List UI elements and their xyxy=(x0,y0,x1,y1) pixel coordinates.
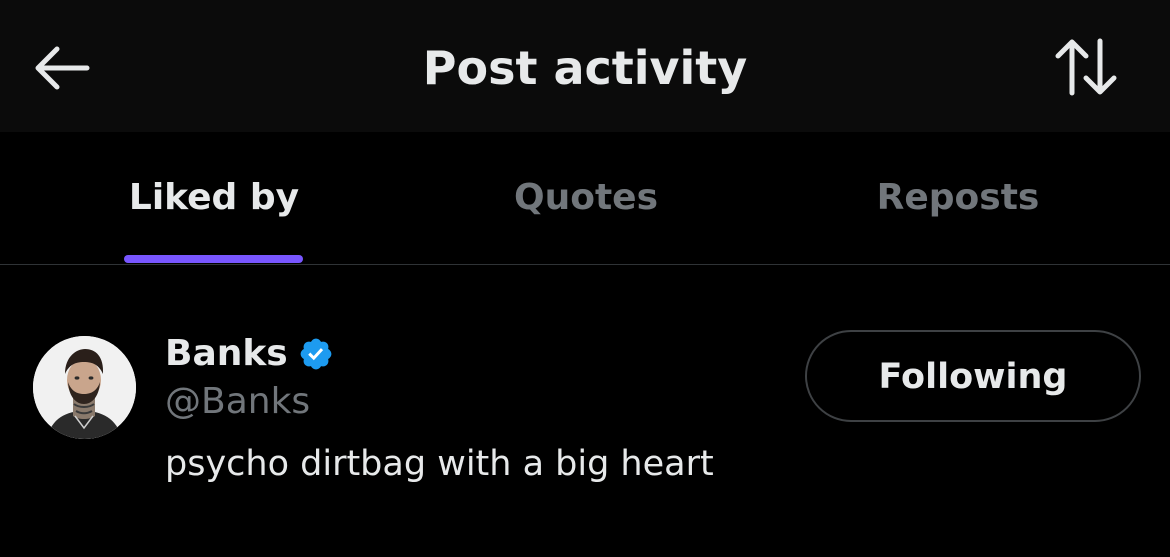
tab-liked-by[interactable]: Liked by xyxy=(84,132,344,264)
list-item[interactable]: Banks @Banks psycho dirtbag with a big h… xyxy=(0,265,1170,557)
following-button[interactable]: Following xyxy=(805,330,1141,422)
user-bio: psycho dirtbag with a big heart xyxy=(165,444,714,484)
top-bar: Post activity xyxy=(0,0,1170,132)
user-avatar-image xyxy=(33,336,136,439)
user-handle: @Banks xyxy=(165,381,311,422)
avatar[interactable] xyxy=(33,336,136,439)
page-title: Post activity xyxy=(422,41,748,95)
tab-quotes[interactable]: Quotes xyxy=(456,132,716,264)
active-tab-indicator xyxy=(124,255,303,263)
user-name: Banks xyxy=(165,333,288,374)
user-name-row: Banks xyxy=(165,331,334,377)
sort-button[interactable] xyxy=(1046,32,1126,102)
tab-reposts[interactable]: Reposts xyxy=(828,132,1088,264)
verified-badge-icon xyxy=(300,338,332,370)
back-button[interactable] xyxy=(26,36,96,100)
sort-arrows-icon xyxy=(1055,38,1117,96)
arrow-left-icon xyxy=(35,46,90,90)
activity-tabs: Liked by Quotes Reposts xyxy=(0,132,1170,265)
